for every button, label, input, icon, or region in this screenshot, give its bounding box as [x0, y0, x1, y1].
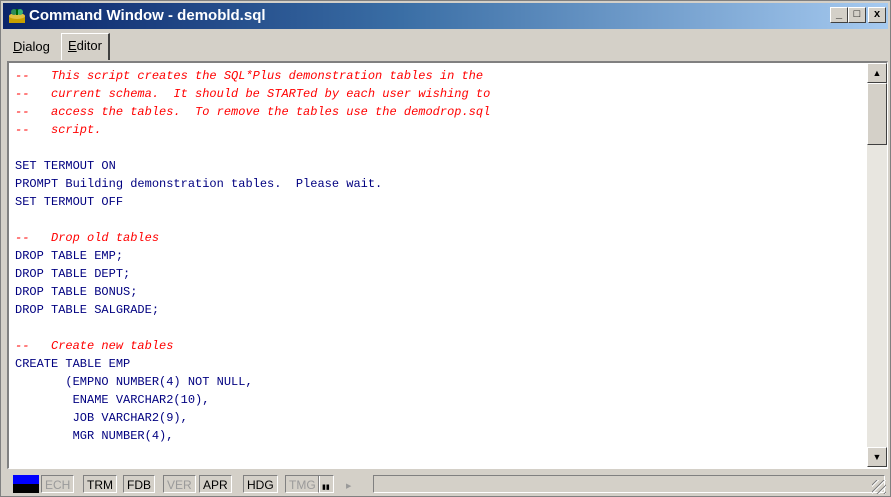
tab-dialog-accel: D: [13, 39, 23, 54]
sqlplus-app-icon: [9, 9, 25, 23]
pause-icon: ▮▮: [322, 484, 330, 491]
close-button[interactable]: x: [868, 7, 886, 23]
code-line: ENAME VARCHAR2(10),: [15, 393, 210, 407]
timer-pause-button[interactable]: ▮▮: [318, 475, 334, 493]
indicator-tmg[interactable]: TMG: [285, 475, 320, 493]
code-line: -- access the tables. To remove the tabl…: [15, 105, 491, 119]
scroll-down-button[interactable]: ▼: [867, 447, 887, 467]
title-bar[interactable]: Command Window - demobld.sql _ □ x: [3, 3, 888, 29]
scroll-up-button[interactable]: ▲: [867, 63, 887, 83]
code-line: -- current schema. It should be STARTed …: [15, 87, 491, 101]
tab-editor[interactable]: Editor: [61, 33, 110, 60]
arrow-down-icon: ▼: [872, 452, 882, 462]
code-line: -- Create new tables: [15, 339, 174, 353]
vertical-scrollbar[interactable]: ▲ ▼: [867, 63, 887, 467]
tab-dialog-label: ialog: [22, 39, 50, 54]
code-text-area[interactable]: -- This script creates the SQL*Plus demo…: [15, 67, 861, 463]
arrow-up-icon: ▲: [872, 68, 882, 78]
tab-editor-accel: E: [68, 38, 77, 53]
minimize-icon: _: [835, 8, 843, 20]
timer-play-button[interactable]: ▶: [343, 475, 354, 493]
indicator-ech[interactable]: ECH: [41, 475, 75, 493]
indicator-apr[interactable]: APR: [199, 475, 232, 493]
code-line: -- Drop old tables: [15, 231, 160, 245]
play-icon: ▶: [346, 483, 352, 490]
indicator-trm[interactable]: TRM: [83, 475, 117, 493]
code-line: JOB VARCHAR2(9),: [15, 411, 188, 425]
tab-dialog[interactable]: Dialog: [7, 35, 56, 59]
minimize-button[interactable]: _: [830, 7, 848, 23]
code-line: DROP TABLE BONUS;: [15, 285, 138, 299]
code-line: DROP TABLE EMP;: [15, 249, 124, 263]
code-line: MGR NUMBER(4),: [15, 429, 174, 443]
color-indicator-icon: [13, 475, 39, 493]
resize-grip[interactable]: [872, 480, 886, 494]
code-line: (EMPNO NUMBER(4) NOT NULL,: [15, 375, 253, 389]
close-icon: x: [873, 8, 881, 20]
scroll-thumb[interactable]: [867, 83, 887, 145]
maximize-icon: □: [853, 8, 861, 20]
maximize-button[interactable]: □: [848, 7, 866, 23]
tab-strip: Dialog Editor: [3, 31, 888, 60]
status-bar: ECH TRM FDB VER APR HDG TMG ▮▮ ▶: [3, 472, 888, 496]
code-line: -- script.: [15, 123, 102, 137]
code-line: SET TERMOUT OFF: [15, 195, 124, 209]
code-line: CREATE TABLE EMP: [15, 357, 131, 371]
indicator-fdb[interactable]: FDB: [123, 475, 155, 493]
window-title: Command Window - demobld.sql: [29, 7, 266, 24]
code-line: -- This script creates the SQL*Plus demo…: [15, 69, 484, 83]
code-line: SET TERMOUT ON: [15, 159, 116, 173]
code-line: DROP TABLE DEPT;: [15, 267, 131, 281]
indicator-hdg[interactable]: HDG: [243, 475, 278, 493]
code-line: PROMPT Building demonstration tables. Pl…: [15, 177, 383, 191]
editor-pane[interactable]: -- This script creates the SQL*Plus demo…: [7, 61, 888, 469]
indicator-ver[interactable]: VER: [163, 475, 196, 493]
command-window: Command Window - demobld.sql _ □ x Dialo…: [0, 0, 891, 497]
tab-editor-label: ditor: [76, 38, 102, 53]
status-message-area: [373, 475, 885, 493]
code-line: DROP TABLE SALGRADE;: [15, 303, 160, 317]
